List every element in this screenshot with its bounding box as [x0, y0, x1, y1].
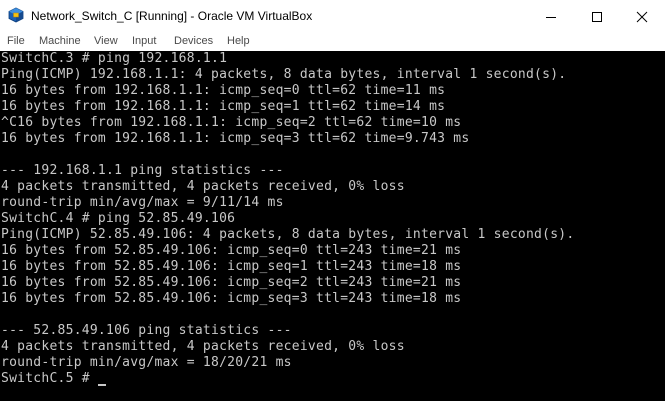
menu-devices[interactable]: Devices	[174, 35, 213, 47]
console-line: SwitchC.4 # ping 52.85.49.106	[1, 211, 236, 226]
console-line: 16 bytes from 192.168.1.1: icmp_seq=3 tt…	[1, 131, 470, 146]
close-button[interactable]	[619, 0, 665, 33]
console-line: 16 bytes from 192.168.1.1: icmp_seq=1 tt…	[1, 99, 446, 114]
virtualbox-window: Network_Switch_C [Running] - Oracle VM V…	[0, 0, 665, 401]
maximize-icon	[592, 11, 602, 22]
console-line: --- 52.85.49.106 ping statistics ---	[1, 323, 292, 338]
console-line: 4 packets transmitted, 4 packets receive…	[1, 339, 405, 354]
console-line: round-trip min/avg/max = 9/11/14 ms	[1, 195, 284, 210]
close-icon	[636, 11, 648, 22]
console-line: Ping(ICMP) 52.85.49.106: 4 packets, 8 da…	[1, 227, 575, 242]
window-title: Network_Switch_C [Running] - Oracle VM V…	[31, 9, 313, 23]
console-line: 16 bytes from 52.85.49.106: icmp_seq=0 t…	[1, 243, 462, 258]
console-line: --- 192.168.1.1 ping statistics ---	[1, 163, 284, 178]
menu-file[interactable]: File	[7, 35, 25, 47]
console-prompt-line: SwitchC.5 #	[1, 371, 98, 386]
console-line: 16 bytes from 192.168.1.1: icmp_seq=0 tt…	[1, 83, 446, 98]
console-line: 16 bytes from 52.85.49.106: icmp_seq=1 t…	[1, 259, 462, 274]
vm-console[interactable]: SwitchC.3 # ping 192.168.1.1 Ping(ICMP) …	[0, 51, 665, 401]
console-line: Ping(ICMP) 192.168.1.1: 4 packets, 8 dat…	[1, 67, 567, 82]
console-line: 16 bytes from 52.85.49.106: icmp_seq=3 t…	[1, 291, 462, 306]
menu-bar: File Machine View Input Devices Help	[0, 33, 665, 51]
minimize-button[interactable]	[528, 0, 574, 33]
console-line: 16 bytes from 52.85.49.106: icmp_seq=2 t…	[1, 275, 462, 290]
console-line: round-trip min/avg/max = 18/20/21 ms	[1, 355, 292, 370]
minimize-icon	[546, 16, 556, 18]
console-line: ^C16 bytes from 192.168.1.1: icmp_seq=2 …	[1, 115, 462, 130]
menu-help[interactable]: Help	[227, 35, 250, 47]
console-line: SwitchC.3 # ping 192.168.1.1	[1, 51, 228, 66]
menu-input[interactable]: Input	[132, 35, 156, 47]
virtualbox-icon	[8, 7, 24, 23]
title-bar[interactable]: Network_Switch_C [Running] - Oracle VM V…	[0, 0, 665, 33]
maximize-button[interactable]	[574, 0, 620, 33]
text-cursor	[98, 384, 106, 386]
console-line: 4 packets transmitted, 4 packets receive…	[1, 179, 405, 194]
menu-machine[interactable]: Machine	[39, 35, 81, 47]
menu-view[interactable]: View	[94, 35, 118, 47]
